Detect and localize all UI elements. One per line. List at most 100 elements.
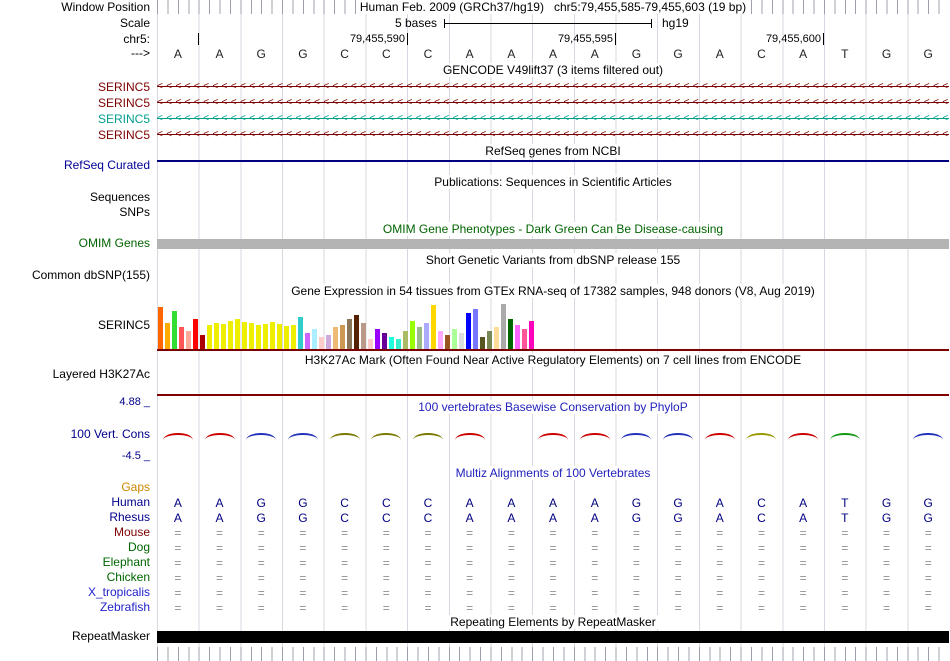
snps-label[interactable]: SNPs xyxy=(0,206,150,219)
alignment-cell: = xyxy=(174,571,182,585)
gtex-tissue-bar xyxy=(431,305,436,349)
species-label-human[interactable]: Human xyxy=(0,496,150,509)
alignment-cell: = xyxy=(757,541,765,555)
base-letter: G xyxy=(298,47,308,61)
alignment-cell: C xyxy=(381,496,391,510)
alignment-cell: = xyxy=(799,526,807,540)
conservation-peak xyxy=(580,433,610,440)
alignment-elephant: = = = = = = = = = = = = = = = = = = = xyxy=(157,556,949,570)
species-label-zebrafish[interactable]: Zebrafish xyxy=(0,601,150,614)
species-label-rhesus[interactable]: Rhesus xyxy=(0,511,150,524)
alignment-cell: = xyxy=(299,541,307,555)
transcript-label[interactable]: SERINC5 xyxy=(0,95,150,111)
alignment-cell: A xyxy=(549,496,558,510)
refseq-curated-row: RefSeq Curated xyxy=(0,159,950,172)
gencode-title-row: GENCODE V49lift37 (3 items filtered out) xyxy=(0,63,950,77)
repeatmasker-bar[interactable] xyxy=(157,631,949,643)
multiz-title[interactable]: Multiz Alignments of 100 Vertebrates xyxy=(451,466,655,480)
gtex-tissue-bar xyxy=(340,325,345,349)
snps-row: SNPs xyxy=(0,206,950,219)
gtex-title[interactable]: Gene Expression in 54 tissues from GTEx … xyxy=(287,284,819,298)
refseq-title[interactable]: RefSeq genes from NCBI xyxy=(481,144,625,158)
strand-arrows: <<<<<<<<<<<<<<<<<<<<<<<<<<<<<<<<<<<<<<<<… xyxy=(157,113,949,124)
alignment-cell: = xyxy=(424,526,432,540)
sequences-label[interactable]: Sequences xyxy=(0,191,150,204)
alignment-cell: = xyxy=(632,541,640,555)
strand-arrows: <<<<<<<<<<<<<<<<<<<<<<<<<<<<<<<<<<<<<<<<… xyxy=(157,129,949,140)
gtex-tissue-bar xyxy=(382,333,387,349)
gtex-tissue-bar xyxy=(165,323,170,349)
ruler-tick: 79,455,590 xyxy=(324,33,408,46)
gtex-tissue-bar xyxy=(172,311,177,349)
alignment-cell: = xyxy=(757,526,765,540)
transcript-intron-arrows[interactable]: <<<<<<<<<<<<<<<<<<<<<<<<<<<<<<<<<<<<<<<<… xyxy=(157,79,949,95)
phylop-title[interactable]: 100 vertebrates Basewise Conservation by… xyxy=(414,400,692,414)
publications-title[interactable]: Publications: Sequences in Scientific Ar… xyxy=(430,175,676,189)
alignment-cell: = xyxy=(299,571,307,585)
gtex-expression-bars[interactable] xyxy=(158,299,534,349)
alignment-cell: = xyxy=(674,541,682,555)
gtex-tissue-bar xyxy=(459,333,464,349)
gencode-transcript-row[interactable]: SERINC5 <<<<<<<<<<<<<<<<<<<<<<<<<<<<<<<<… xyxy=(0,127,950,143)
base-letter: C xyxy=(423,47,433,61)
alignment-cell: = xyxy=(174,556,182,570)
repeatmasker-title[interactable]: Repeating Elements by RepeatMasker xyxy=(446,615,660,629)
omim-genes-label[interactable]: OMIM Genes xyxy=(0,237,150,250)
base-letter: G xyxy=(881,47,892,61)
alignment-cell: = xyxy=(799,601,807,615)
alignment-cell: = xyxy=(841,586,849,600)
omim-title[interactable]: OMIM Gene Phenotypes - Dark Green Can Be… xyxy=(378,222,728,236)
alignment-cell: = xyxy=(257,571,265,585)
species-label-mouse[interactable]: Mouse xyxy=(0,526,150,539)
alignment-cell: = xyxy=(591,601,599,615)
base-letter: T xyxy=(841,47,849,61)
alignment-cell: = xyxy=(716,601,724,615)
species-label-elephant[interactable]: Elephant xyxy=(0,556,150,569)
transcript-label[interactable]: SERINC5 xyxy=(0,79,150,95)
base-sequence-row[interactable]: ---> A A G G C C C A A A A G G A C A T G G xyxy=(0,47,950,62)
gencode-transcript-row[interactable]: SERINC5 <<<<<<<<<<<<<<<<<<<<<<<<<<<<<<<<… xyxy=(0,95,950,111)
conservation-wiggle[interactable] xyxy=(157,424,949,444)
alignment-cell: = xyxy=(757,556,765,570)
alignment-gaps xyxy=(157,481,949,495)
species-label-chicken[interactable]: Chicken xyxy=(0,571,150,584)
gtex-tissue-bar xyxy=(389,337,394,349)
gtex-tissue-bar xyxy=(214,323,219,349)
alignment-cell: A xyxy=(715,511,724,525)
transcript-label[interactable]: SERINC5 xyxy=(0,127,150,143)
ruler-tick-label: 79,455,600 xyxy=(765,33,821,45)
conservation-label[interactable]: 100 Vert. Cons xyxy=(0,424,150,444)
gencode-transcript-row[interactable]: SERINC5 <<<<<<<<<<<<<<<<<<<<<<<<<<<<<<<<… xyxy=(0,111,950,127)
ruler-tick: 79,455,595 xyxy=(532,33,616,46)
omim-genes-bar[interactable] xyxy=(157,239,949,249)
alignment-cell: = xyxy=(424,556,432,570)
common-dbsnp-label[interactable]: Common dbSNP(155) xyxy=(0,269,150,282)
alignment-cell: = xyxy=(883,556,891,570)
gencode-transcript-row[interactable]: SERINC5 <<<<<<<<<<<<<<<<<<<<<<<<<<<<<<<<… xyxy=(0,79,950,95)
gencode-title[interactable]: GENCODE V49lift37 (3 items filtered out) xyxy=(438,63,668,77)
gtex-gene-label[interactable]: SERINC5 xyxy=(0,299,150,351)
gtex-tissue-bar xyxy=(522,329,527,349)
transcript-intron-arrows[interactable]: <<<<<<<<<<<<<<<<<<<<<<<<<<<<<<<<<<<<<<<<… xyxy=(157,111,949,127)
alignment-cell: C xyxy=(757,511,766,525)
conservation-peak xyxy=(663,433,693,440)
h3k27ac-label[interactable]: Layered H3K27Ac xyxy=(0,368,150,381)
alignment-cell: = xyxy=(507,541,515,555)
base-sequence[interactable]: AAGGCCCAAAAGGACATGG xyxy=(157,47,949,62)
transcript-intron-arrows[interactable]: <<<<<<<<<<<<<<<<<<<<<<<<<<<<<<<<<<<<<<<<… xyxy=(157,127,949,143)
alignment-cell: A xyxy=(549,511,558,525)
repeatmasker-label[interactable]: RepeatMasker xyxy=(0,630,150,643)
species-label-xtropicalis[interactable]: X_tropicalis xyxy=(0,586,150,599)
transcript-intron-arrows[interactable]: <<<<<<<<<<<<<<<<<<<<<<<<<<<<<<<<<<<<<<<<… xyxy=(157,95,949,111)
gtex-tissue-bar xyxy=(256,325,261,349)
species-label-dog[interactable]: Dog xyxy=(0,541,150,554)
dbsnp-title[interactable]: Short Genetic Variants from dbSNP releas… xyxy=(421,253,685,267)
conservation-peak xyxy=(163,433,193,440)
gtex-tissue-bar xyxy=(487,331,492,349)
transcript-label[interactable]: SERINC5 xyxy=(0,111,150,127)
alignment-cell: = xyxy=(174,526,182,540)
refseq-curated-label[interactable]: RefSeq Curated xyxy=(0,159,150,172)
h3k27ac-title[interactable]: H3K27Ac Mark (Often Found Near Active Re… xyxy=(300,353,806,367)
species-label-gaps[interactable]: Gaps xyxy=(0,481,150,494)
gtex-tissue-bar xyxy=(473,309,478,349)
